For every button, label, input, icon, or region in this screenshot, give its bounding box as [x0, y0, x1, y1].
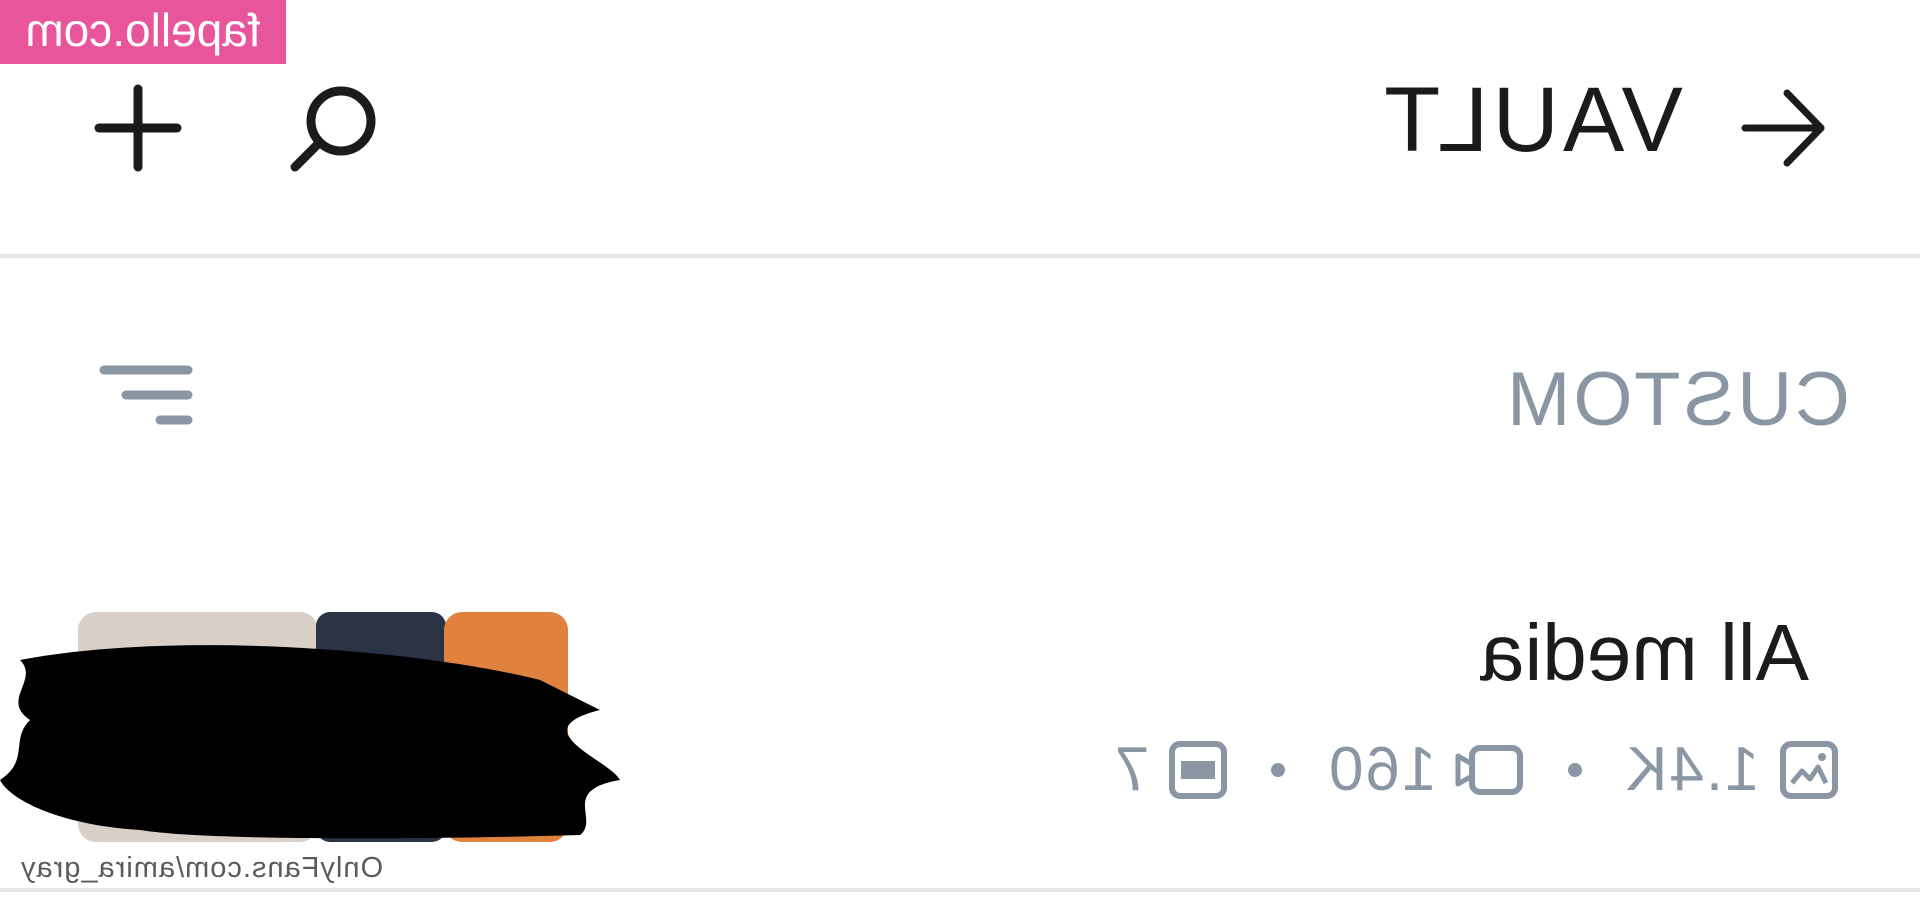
media-thumbnails	[0, 590, 640, 850]
video-icon	[1455, 745, 1524, 795]
back-button[interactable]	[1736, 80, 1832, 176]
source-credit: OnlyFans.com/amira_gray	[20, 852, 384, 884]
separator-dot	[1271, 763, 1285, 777]
filter-lines-icon	[99, 365, 193, 425]
filter-label[interactable]: CUSTOM	[1504, 354, 1850, 446]
image-icon	[1780, 741, 1838, 799]
stat-gifs: 7	[1113, 735, 1229, 805]
page-title: VAULT	[1380, 69, 1683, 171]
search-icon	[290, 86, 376, 172]
stat-videos: 160	[1327, 735, 1526, 805]
sort-button[interactable]	[96, 350, 196, 440]
svg-text:fapello.com: fapello.com	[25, 4, 260, 56]
search-button[interactable]	[278, 72, 388, 182]
plus-icon	[94, 84, 182, 172]
video-count: 160	[1327, 735, 1437, 804]
image-count: 1.4K	[1624, 735, 1760, 804]
header-bar: VAULT	[0, 0, 1920, 258]
collection-filter-row: CUSTOM	[0, 262, 1920, 502]
watermark-badge: fapello.com	[0, 0, 286, 64]
separator-dot	[1568, 763, 1583, 777]
gif-icon	[1169, 741, 1227, 799]
arrow-right-icon	[1741, 89, 1825, 167]
divider	[0, 888, 1920, 892]
add-button[interactable]	[88, 78, 188, 178]
watermark-logo: fapello.com	[25, 4, 260, 56]
gif-count: 7	[1112, 735, 1149, 804]
stat-images: 1.4K	[1624, 735, 1840, 805]
list-item-title: All media	[1480, 608, 1810, 697]
media-stats: 1.4K 160 7	[1100, 730, 1840, 810]
list-item[interactable]: All media 1.4K 160 7	[0, 570, 1920, 890]
